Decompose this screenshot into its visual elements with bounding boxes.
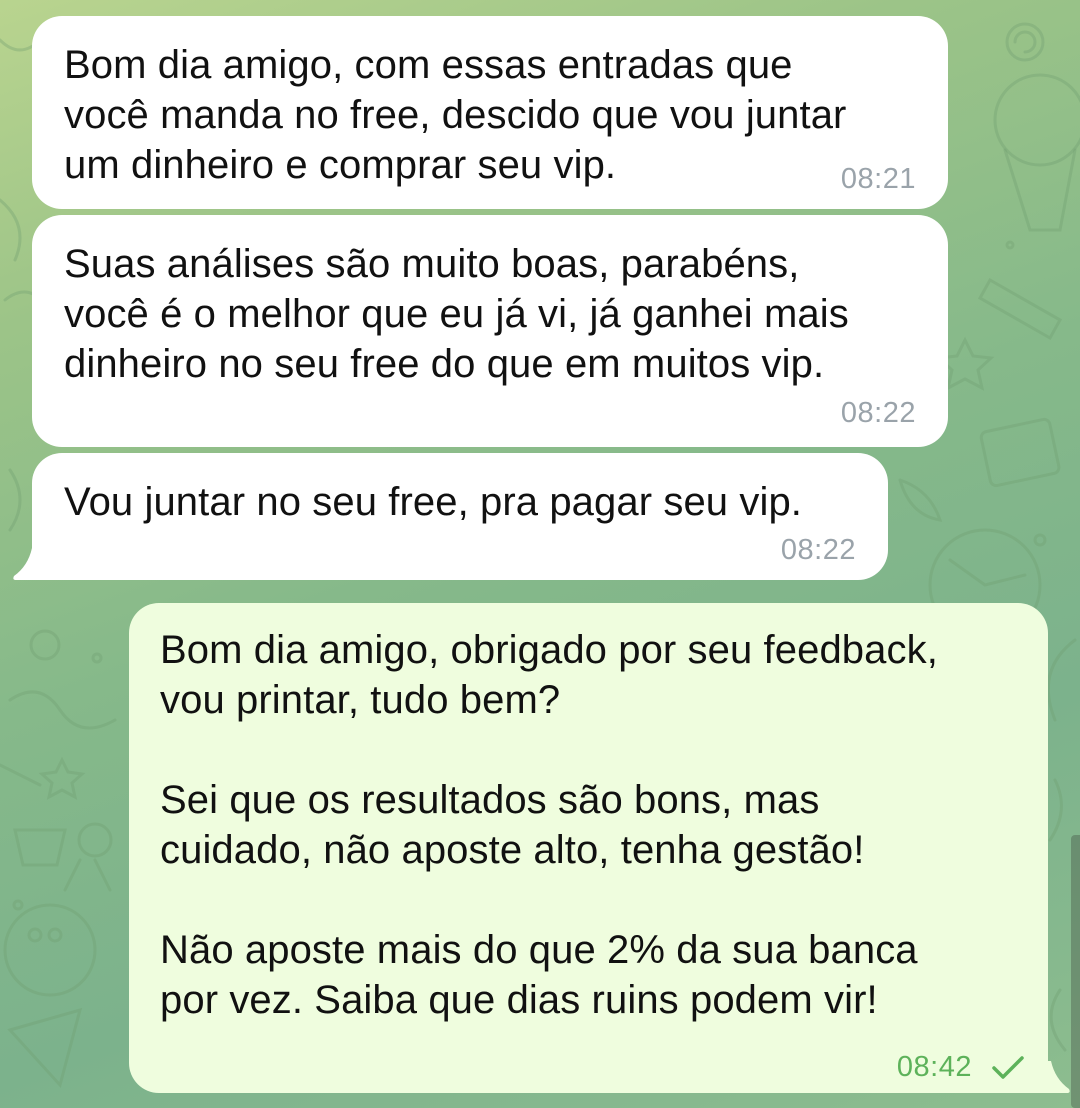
wallpaper-doodle-icon bbox=[1049, 988, 1067, 1052]
wallpaper-cupcake-icon bbox=[13, 828, 67, 867]
message-text: Suas análises são muito boas, parabéns, … bbox=[64, 242, 849, 386]
wallpaper-swirl-icon bbox=[1005, 22, 1045, 62]
wallpaper-star-icon bbox=[38, 756, 86, 800]
wallpaper-telescope-icon bbox=[977, 277, 1063, 341]
message-text: Vou juntar no seu free, pra pagar seu vi… bbox=[64, 480, 803, 524]
wallpaper-dot-icon bbox=[1005, 240, 1015, 250]
wallpaper-doodle-icon bbox=[8, 468, 22, 532]
wallpaper-swirl-icon bbox=[29, 629, 61, 661]
message-timestamp: 08:22 bbox=[840, 397, 916, 429]
wallpaper-pizza-slice-icon bbox=[7, 1007, 83, 1089]
incoming-message[interactable]: Bom dia amigo, com essas entradas que vo… bbox=[32, 16, 948, 209]
message-text: Bom dia amigo, obrigado por seu feedback… bbox=[160, 628, 938, 1022]
wallpaper-ball-icon bbox=[47, 927, 63, 943]
wallpaper-box-icon bbox=[979, 417, 1061, 488]
wallpaper-doodle-icon bbox=[1048, 778, 1063, 842]
wallpaper-balloon-icon bbox=[1003, 148, 1077, 232]
message-timestamp: 08:21 bbox=[840, 163, 916, 195]
wallpaper-doodle-icon bbox=[0, 198, 22, 262]
read-check-icon bbox=[992, 1056, 1024, 1079]
message-timestamp: 08:22 bbox=[780, 534, 856, 566]
message-timestamp: 08:42 bbox=[896, 1051, 972, 1083]
wallpaper-gingerbread-icon bbox=[63, 858, 112, 892]
bubble-tail-icon bbox=[13, 548, 36, 580]
wallpaper-snake-icon bbox=[8, 690, 117, 730]
wallpaper-arc-icon bbox=[1046, 638, 1077, 722]
wallpaper-balloon-icon bbox=[993, 73, 1080, 167]
wallpaper-swirl-icon bbox=[1013, 30, 1037, 54]
wallpaper-dot-icon bbox=[12, 899, 24, 911]
message-text: Bom dia amigo, com essas entradas que vo… bbox=[64, 43, 847, 187]
wallpaper-ball-icon bbox=[3, 903, 97, 997]
incoming-message[interactable]: Suas análises são muito boas, parabéns, … bbox=[32, 215, 948, 447]
wallpaper-gingerbread-icon bbox=[77, 822, 113, 858]
wallpaper-ball-icon bbox=[27, 927, 43, 943]
incoming-message[interactable]: Vou juntar no seu free, pra pagar seu vi… bbox=[32, 453, 888, 580]
bubble-tail-icon bbox=[1047, 1061, 1070, 1093]
wallpaper-dot-icon bbox=[91, 652, 103, 664]
outgoing-message[interactable]: Bom dia amigo, obrigado por seu feedback… bbox=[129, 603, 1048, 1093]
wallpaper-pizza-icon bbox=[948, 558, 1027, 587]
scrollbar[interactable] bbox=[1071, 835, 1080, 1108]
wallpaper-arrow-icon bbox=[0, 763, 42, 787]
wallpaper-leaf-icon bbox=[898, 478, 943, 522]
wallpaper-dot-icon bbox=[1033, 533, 1047, 547]
